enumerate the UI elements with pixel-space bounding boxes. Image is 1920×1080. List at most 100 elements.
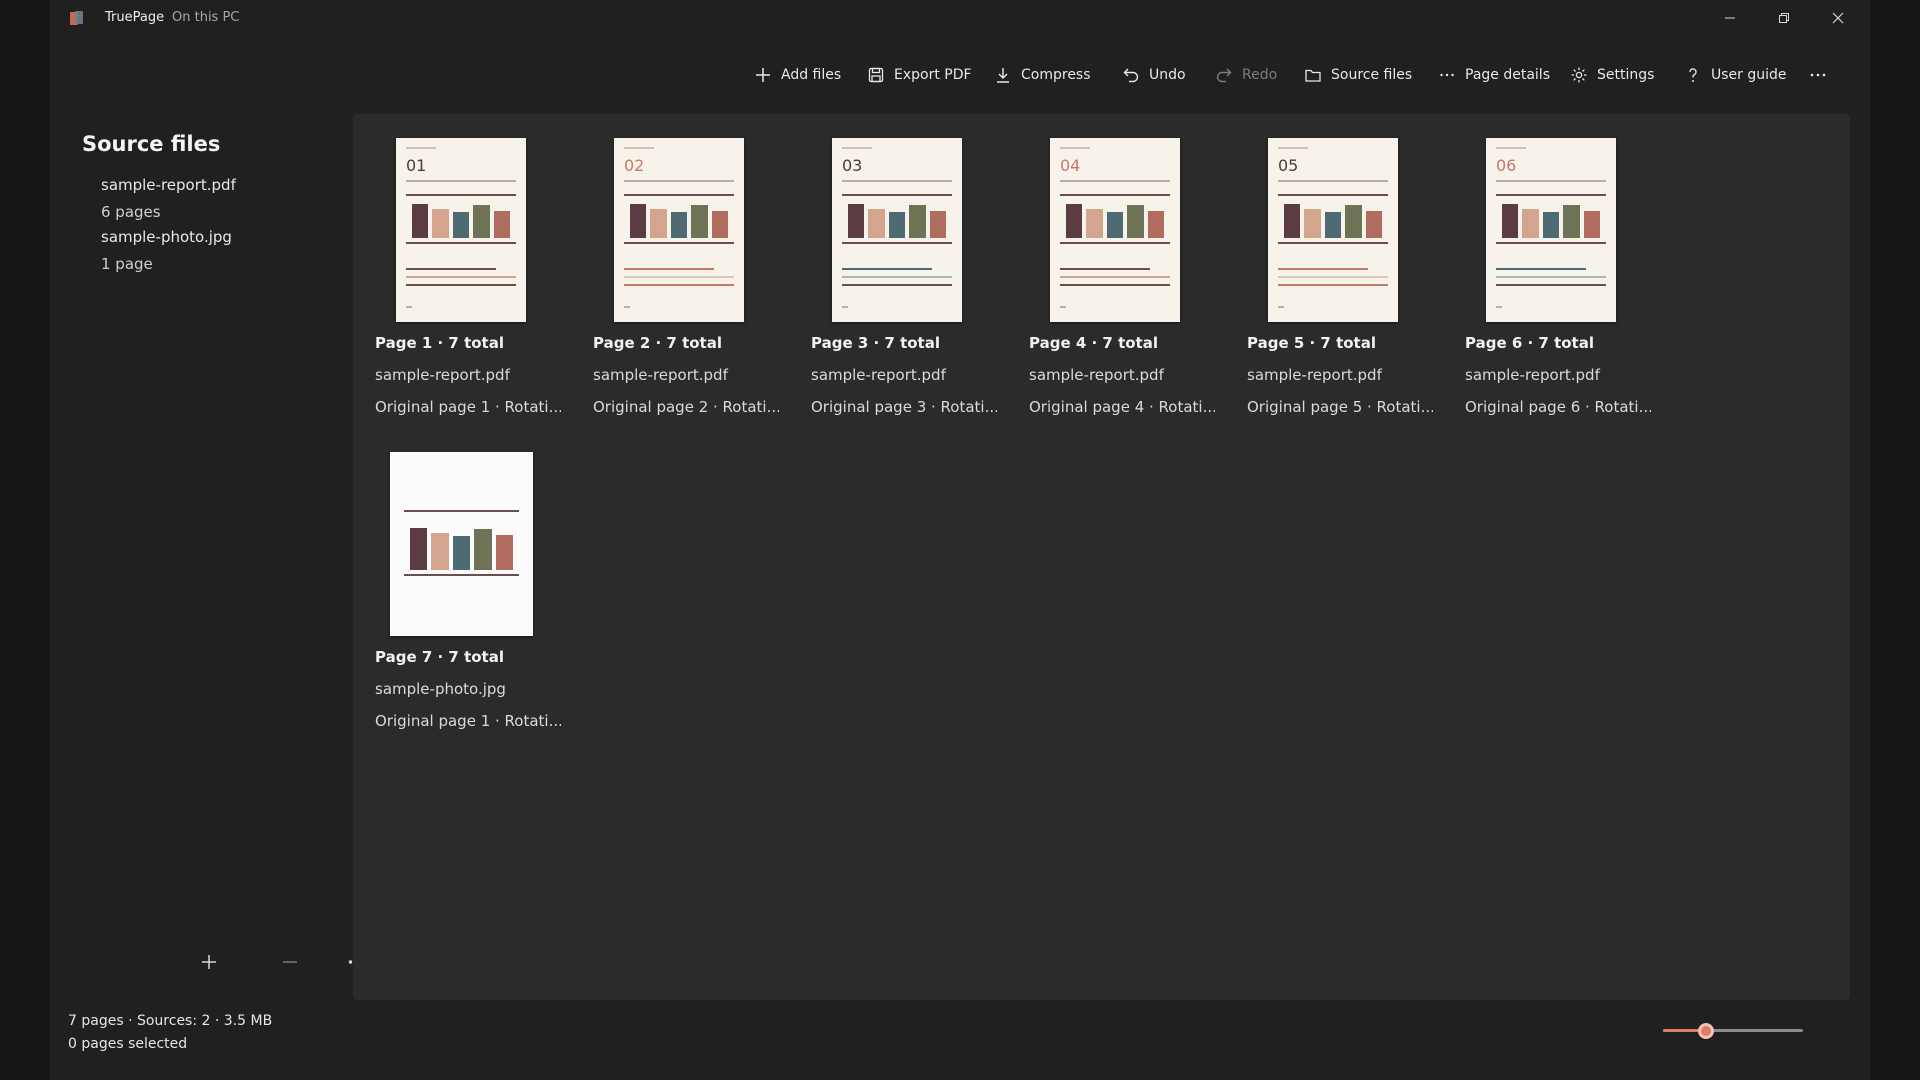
thumbnail-bar xyxy=(630,204,647,238)
thumbnail-text-line xyxy=(1060,268,1150,270)
thumbnail-bar xyxy=(1542,212,1560,238)
add-files-label: Add files xyxy=(781,67,842,83)
page-thumbnail[interactable] xyxy=(390,452,533,636)
selection-count: 0 pages selected xyxy=(68,1036,188,1052)
thumbnail-header-line xyxy=(1278,147,1308,149)
thumbnail-text-line xyxy=(406,276,516,278)
page-title: Page 5 · 7 total xyxy=(1247,334,1376,352)
gear-icon xyxy=(1571,67,1587,83)
thumbnail-bar xyxy=(1106,212,1124,238)
page-tile[interactable]: 05 Page 5 · 7 total sample-report.pdf Origi… xyxy=(1243,114,1433,416)
export-pdf-button[interactable]: Export PDF xyxy=(867,60,972,90)
thumbnail-text-line xyxy=(1278,268,1368,270)
thumbnail-bar xyxy=(670,212,688,238)
source-files-sidebar: Source files sample-report.pdf 6 pages s… xyxy=(50,112,366,1012)
thumbnail-text-line xyxy=(842,284,952,286)
page-title: Page 2 · 7 total xyxy=(593,334,722,352)
page-title: Page 6 · 7 total xyxy=(1465,334,1594,352)
undo-button[interactable]: Undo xyxy=(1122,60,1186,90)
page-title: Page 3 · 7 total xyxy=(811,334,940,352)
page-tile[interactable]: 02 Page 2 · 7 total sample-report.pdf Origi… xyxy=(589,114,779,416)
page-original-info: Original page 1 · Rotati... xyxy=(375,398,561,416)
close-button[interactable] xyxy=(1811,0,1865,36)
add-files-button[interactable]: Add files xyxy=(754,60,841,90)
page-original-info: Original page 2 · Rotati... xyxy=(593,398,779,416)
thumbnail-bar xyxy=(493,211,511,238)
thumbnail-page-number: 06 xyxy=(1496,156,1517,175)
page-tile[interactable]: Page 7 · 7 total sample-photo.jpg Original… xyxy=(371,428,561,730)
thumbnail-rule xyxy=(406,180,516,182)
thumbnail-text-line xyxy=(842,268,932,270)
thumbnail-bar xyxy=(848,204,865,238)
remove-icon xyxy=(283,961,297,963)
page-source-file: sample-report.pdf xyxy=(1465,366,1600,384)
compress-button[interactable]: Compress xyxy=(994,60,1091,90)
thumbnail-bar xyxy=(1583,211,1601,238)
thumbnail-bar xyxy=(1066,204,1083,238)
toolbar: Add files Export PDF Compress Undo Redo … xyxy=(50,48,1870,102)
page-tile[interactable]: 03 Page 3 · 7 total sample-report.pdf Origi… xyxy=(807,114,997,416)
page-thumbnail[interactable]: 05 xyxy=(1268,138,1398,322)
thumbnail-text-line xyxy=(1496,284,1606,286)
thumbnail-bar xyxy=(473,205,490,238)
compress-label: Compress xyxy=(1021,67,1091,83)
app-window: TruePage On this PC Add files Export PDF… xyxy=(50,0,1870,1080)
page-original-info: Original page 1 · Rotati... xyxy=(375,712,561,730)
page-thumbnail[interactable]: 03 xyxy=(832,138,962,322)
app-location: On this PC xyxy=(172,10,240,25)
thumbnail-text-line xyxy=(1496,276,1606,278)
user-guide-button[interactable]: User guide xyxy=(1684,60,1787,90)
page-source-file: sample-report.pdf xyxy=(375,366,510,384)
thumbnail-bar xyxy=(868,209,885,238)
thumbnail-text-line xyxy=(1278,276,1388,278)
source-file-name[interactable]: sample-photo.jpg xyxy=(101,228,232,246)
page-details-label: Page details xyxy=(1465,67,1550,83)
page-tile[interactable]: 06 Page 6 · 7 total sample-report.pdf Origi… xyxy=(1461,114,1651,416)
thumbnail-footer-mark xyxy=(1060,306,1066,308)
source-file-name[interactable]: sample-report.pdf xyxy=(101,176,236,194)
source-files-label: Source files xyxy=(1331,67,1413,83)
page-title: Page 1 · 7 total xyxy=(375,334,504,352)
export-pdf-label: Export PDF xyxy=(894,67,972,83)
page-tile[interactable]: 01 Page 1 · 7 total sample-report.pdf Origi… xyxy=(371,114,561,416)
page-tile[interactable]: 04 Page 4 · 7 total sample-report.pdf Origi… xyxy=(1025,114,1215,416)
thumbnail-header-line xyxy=(1060,147,1090,149)
thumbnail-rule xyxy=(1496,180,1606,182)
thumbnail-bar xyxy=(431,533,449,570)
user-guide-label: User guide xyxy=(1711,67,1787,83)
thumbnail-chart xyxy=(406,194,516,244)
thumbnail-bar xyxy=(691,205,708,238)
thumbnail-chart xyxy=(1496,194,1606,244)
add-source-button[interactable] xyxy=(192,947,226,977)
thumbnail-bar xyxy=(711,211,729,238)
thumbnail-bar xyxy=(1345,205,1362,238)
page-thumbnail[interactable]: 02 xyxy=(614,138,744,322)
more-options-button[interactable] xyxy=(1809,60,1827,90)
minimize-icon xyxy=(1725,17,1735,19)
thumbnail-page-number: 03 xyxy=(842,156,863,175)
zoom-handle[interactable] xyxy=(1698,1023,1715,1039)
page-original-info: Original page 6 · Rotati... xyxy=(1465,398,1651,416)
page-original-info: Original page 5 · Rotati... xyxy=(1247,398,1433,416)
save-icon xyxy=(868,67,884,83)
remove-source-button[interactable] xyxy=(273,947,307,977)
page-thumbnail[interactable]: 04 xyxy=(1050,138,1180,322)
thumbnail-text-line xyxy=(1278,284,1388,286)
page-title: Page 7 · 7 total xyxy=(375,648,504,666)
page-thumbnail[interactable]: 01 xyxy=(396,138,526,322)
page-original-info: Original page 4 · Rotati... xyxy=(1029,398,1215,416)
thumbnail-bar xyxy=(410,528,428,570)
page-thumbnail[interactable]: 06 xyxy=(1486,138,1616,322)
settings-button[interactable]: Settings xyxy=(1570,60,1654,90)
minimize-button[interactable] xyxy=(1703,0,1757,36)
zoom-slider[interactable] xyxy=(1663,1020,1803,1040)
thumbnail-bar xyxy=(412,204,429,238)
page-details-button[interactable]: Page details xyxy=(1438,60,1550,90)
ellipsis-icon xyxy=(1440,73,1454,77)
thumbnail-rule xyxy=(842,180,952,182)
download-icon xyxy=(997,68,1009,83)
thumbnail-footer-mark xyxy=(406,306,412,308)
source-files-button[interactable]: Source files xyxy=(1304,60,1412,90)
redo-button[interactable]: Redo xyxy=(1215,60,1277,90)
restore-button[interactable] xyxy=(1757,0,1811,36)
